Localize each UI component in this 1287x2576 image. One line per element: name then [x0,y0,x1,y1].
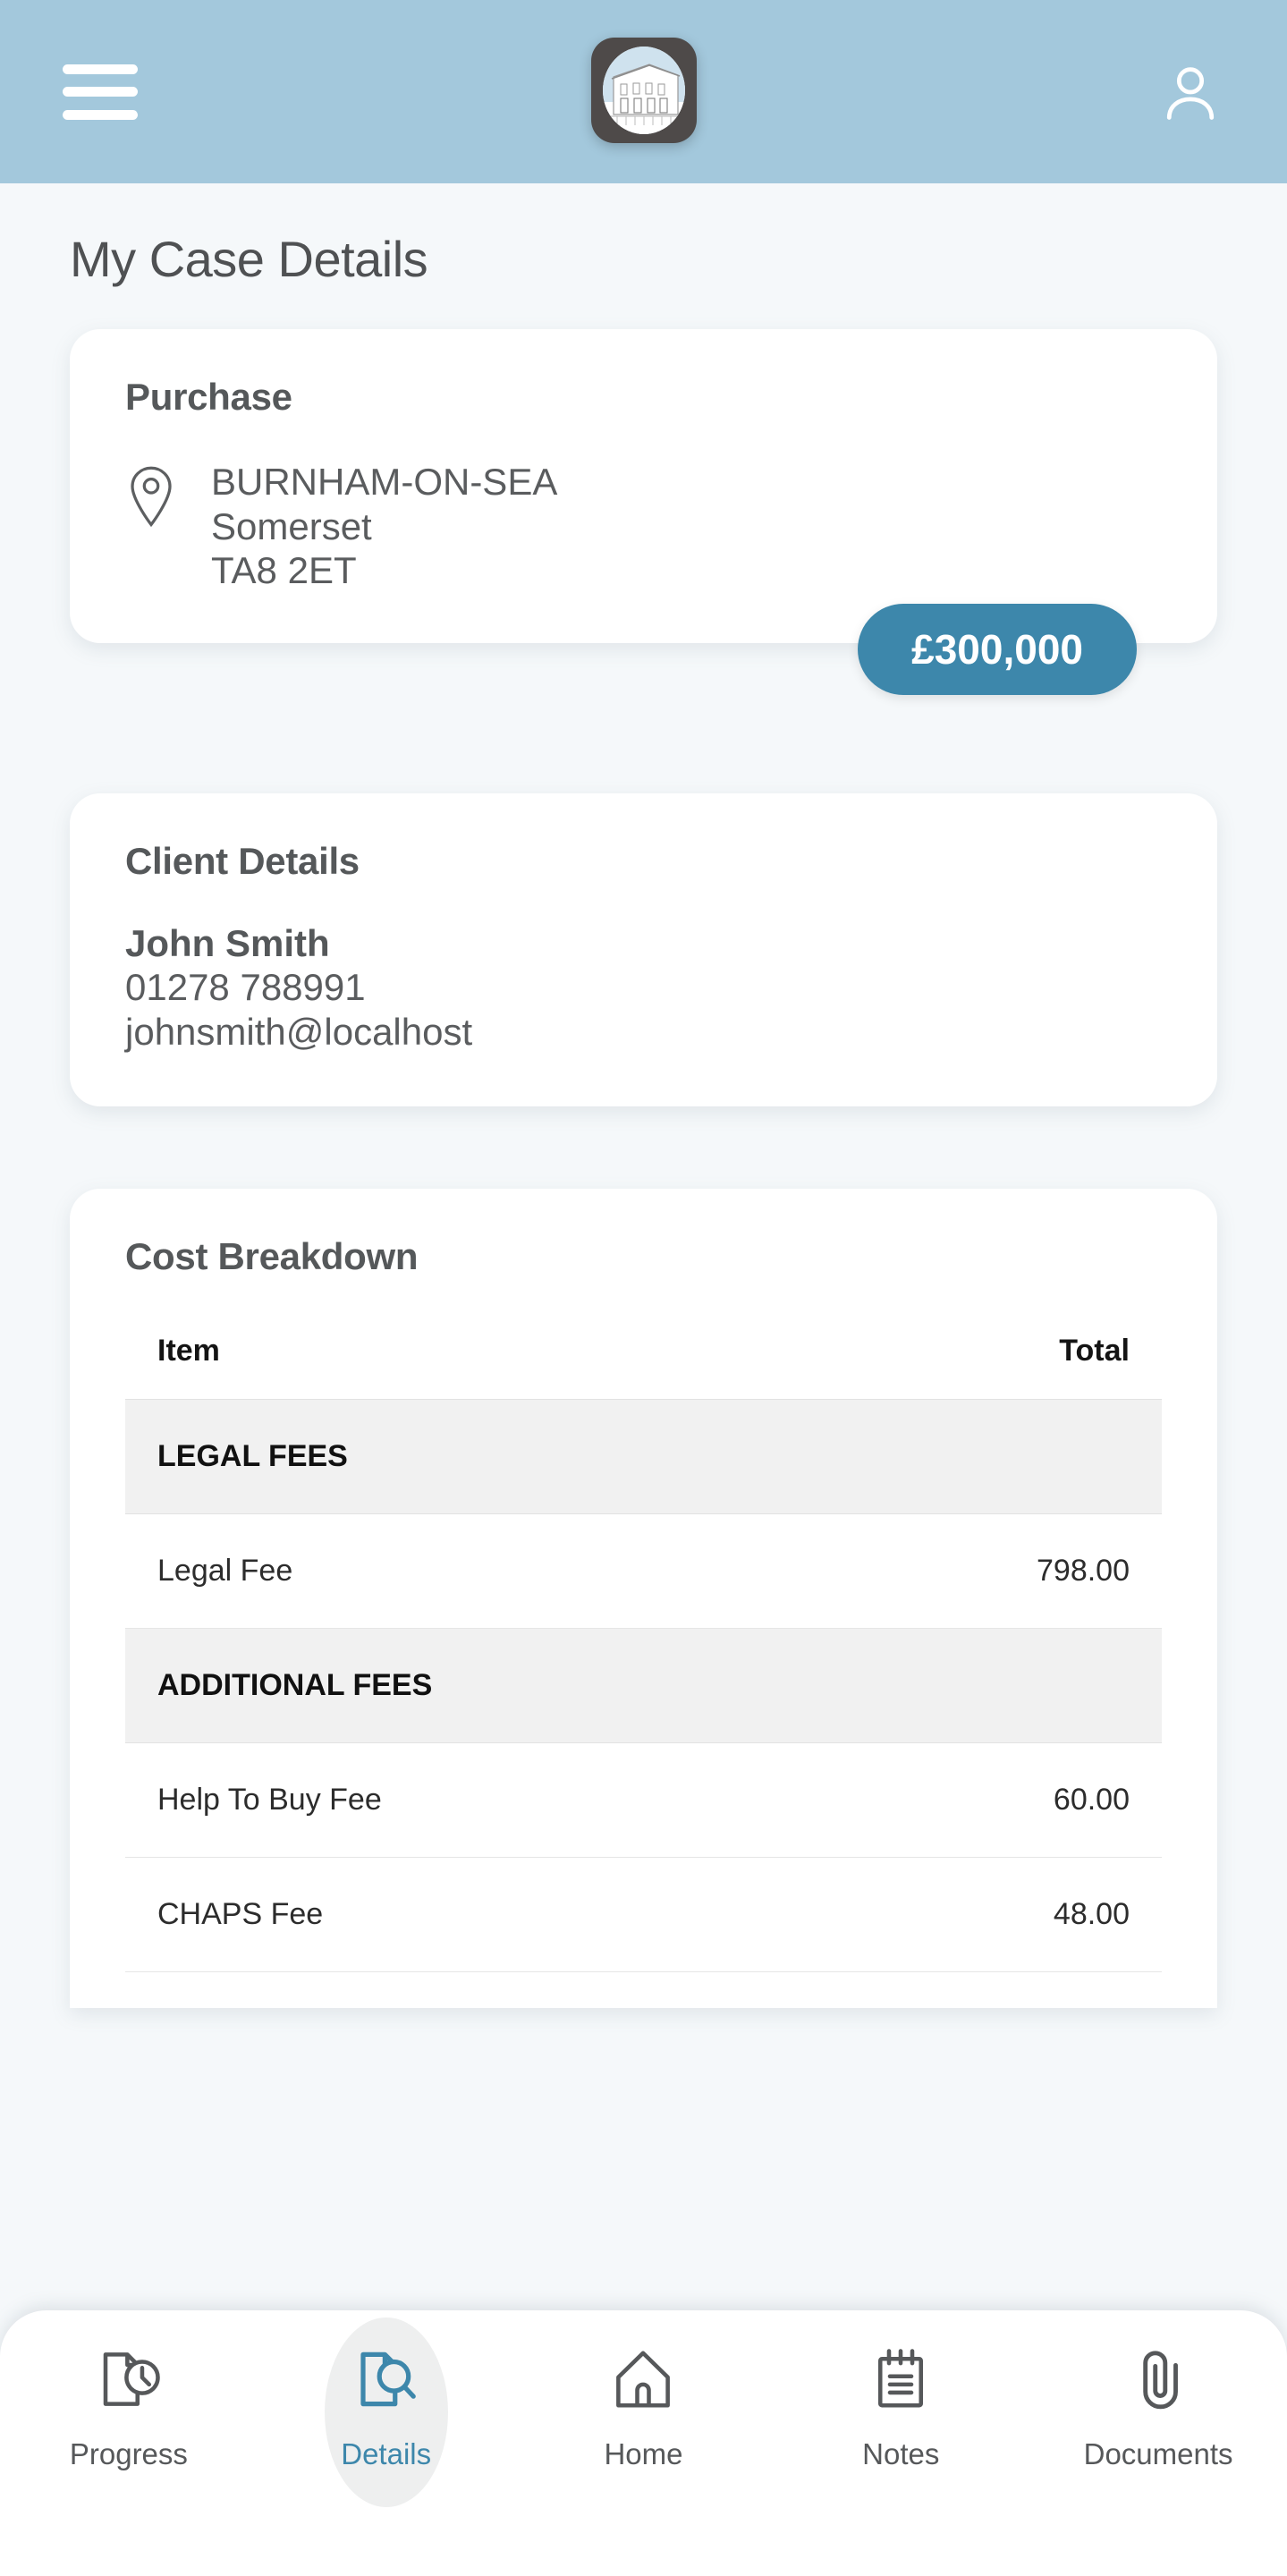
page-title: My Case Details [70,231,428,287]
nav-item-label: Details [341,2437,432,2470]
nav-item-notes[interactable]: Notes [807,2344,995,2471]
document-search-icon [351,2344,421,2414]
location-pin-icon [125,465,177,528]
property-address: BURNHAM-ON-SEA Somerset TA8 2ET [125,460,1162,593]
hamburger-menu-icon[interactable] [63,64,138,120]
bottom-navigation-bar: Progress Details Home Notes Documents [0,2310,1287,2576]
purchase-card-title: Purchase [125,376,292,418]
document-clock-icon [94,2344,164,2414]
address-line-1: BURNHAM-ON-SEA [211,461,558,503]
app-root: My Case Details Purchase BURNHAM-ON-SEA … [0,0,1287,2576]
nav-item-documents[interactable]: Documents [1064,2344,1252,2471]
client-card-title: Client Details [125,839,360,882]
fee-label: Help To Buy Fee [125,1742,796,1859]
nav-item-label: Home [604,2437,683,2470]
nav-item-progress[interactable]: Progress [35,2344,223,2471]
nav-item-home[interactable]: Home [549,2344,737,2471]
profile-icon[interactable] [1156,58,1224,126]
client-details-card: Client Details John Smith 01278 788991 j… [70,792,1217,1107]
client-phone[interactable]: 01278 788991 [125,965,1162,1010]
hamburger-bar [63,64,138,74]
client-name: John Smith [125,921,330,964]
property-price-badge[interactable]: £300,000 [858,603,1137,695]
address-lines: BURNHAM-ON-SEA Somerset TA8 2ET [211,460,557,593]
nav-item-label: Progress [69,2437,188,2470]
table-row: Legal Fee 798.00 [125,1513,1162,1630]
cost-table-head: Item Total [125,1334,1162,1400]
client-email[interactable]: johnsmith@localhost [125,1010,1162,1055]
table-row: CHAPS Fee 48.00 [125,1857,1162,1973]
notepad-icon [866,2344,936,2414]
fee-amount: 798.00 [795,1513,1162,1630]
cost-breakdown-table: Item Total LEGAL FEES Legal Fee 798.00 ADDI… [125,1334,1162,1973]
nav-item-label: Documents [1083,2437,1233,2470]
section-label: ADDITIONAL FEES [125,1628,1162,1744]
paperclip-icon [1123,2344,1193,2414]
column-header-item: Item [157,1334,220,1368]
table-header-row: Item Total [125,1334,1162,1400]
nav-item-details[interactable]: Details [292,2318,480,2507]
brand-logo[interactable] [590,38,697,143]
fee-label: CHAPS Fee [125,1857,796,1973]
fee-label: Legal Fee [125,1513,796,1630]
nav-item-label: Notes [862,2437,940,2470]
fee-amount: 60.00 [795,1742,1162,1859]
address-line-2: Somerset [211,504,372,547]
cost-breakdown-card: Cost Breakdown Item Total LEGAL FEES Lega… [70,1189,1217,2009]
section-label: LEGAL FEES [125,1399,1162,1515]
home-icon [608,2344,678,2414]
column-header-total: Total [1059,1334,1130,1368]
table-section-row: ADDITIONAL FEES [125,1628,1162,1744]
fee-amount: 48.00 [795,1857,1162,1973]
address-line-3: TA8 2ET [211,549,357,592]
cost-card-title: Cost Breakdown [125,1235,419,1278]
app-header [0,0,1287,183]
hamburger-bar [63,109,138,120]
table-row: Help To Buy Fee 60.00 [125,1742,1162,1859]
logo-house-icon [602,47,685,134]
cost-table-body: LEGAL FEES Legal Fee 798.00 ADDITIONAL FEES… [125,1399,1162,1973]
purchase-card: Purchase BURNHAM-ON-SEA Somerset TA8 2ET… [70,329,1217,695]
hamburger-bar [63,87,138,97]
table-section-row: LEGAL FEES [125,1399,1162,1515]
